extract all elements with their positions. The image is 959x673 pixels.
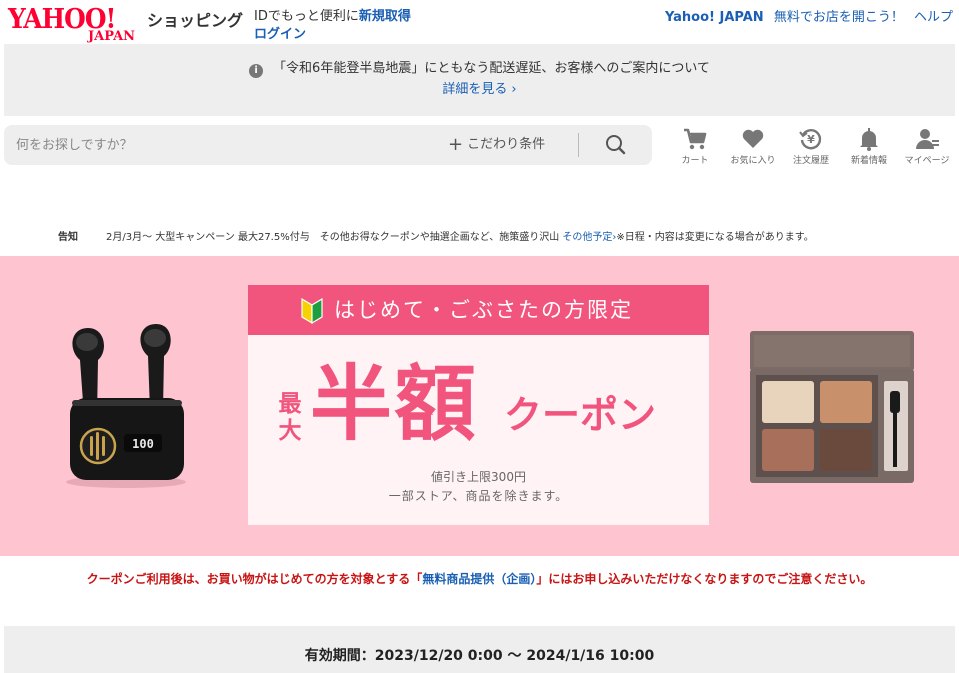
coupon-note-limit: 値引き上限300円 <box>431 470 526 484</box>
info-icon: i <box>249 64 264 78</box>
nav-notifications[interactable]: 新着情報 <box>840 126 898 167</box>
nav-order-history[interactable]: ¥ 注文履歴 <box>782 126 840 167</box>
coupon-panel: はじめて・ごぶさたの方限定 最大 半額 クーポン 値引き上限300円 一部ストア… <box>248 285 709 525</box>
announcement-text: 2月/3月～ 大型キャンペーン 最大27.5%付与 その他お得なクーポンや抽選企… <box>106 232 560 243</box>
eyeshadow-palette-image <box>750 331 914 483</box>
nav-favorites[interactable]: お気に入り <box>724 126 782 167</box>
earbuds-image: 100 <box>60 320 192 492</box>
logo-sub: JAPAN <box>88 29 136 44</box>
coupon-head-text: はじめて・ごぶさたの方限定 <box>334 298 633 322</box>
notice-detail-link[interactable]: 詳細を見る › <box>4 81 955 99</box>
cart-icon <box>684 128 707 150</box>
nav-mypage[interactable]: マイページ <box>898 126 956 167</box>
coupon-banner[interactable]: 100 はじめて・ごぶさたの方限定 最大 半額 クーポン 値引き上限300円 一… <box>0 256 959 556</box>
bell-icon <box>860 128 878 151</box>
warning-after: 」にはお申し込みいただけなくなりますのでご注意ください。 <box>536 572 873 586</box>
coupon-prefix: 最大 <box>278 391 302 444</box>
shopping-title[interactable]: ショッピング <box>147 11 243 31</box>
search-button[interactable] <box>596 131 636 159</box>
plus-icon: + <box>448 134 464 155</box>
coupon-panel-body: 最大 半額 クーポン 値引き上限300円 一部ストア、商品を除きます。 <box>248 335 709 525</box>
filter-button[interactable]: + こだわり条件 <box>448 135 545 155</box>
chevron-right-icon: › <box>511 82 517 97</box>
header: YAHOO! JAPAN ショッピング IDでもっと便利に新規取得 ログイン Y… <box>0 0 959 44</box>
coupon-note-exclusion: 一部ストア、商品を除きます。 <box>388 489 569 503</box>
validity-period: 有効期間：2023/12/20 0:00 〜 2024/1/16 10:00 <box>4 626 955 673</box>
announcement: 告知 2月/3月～ 大型キャンペーン 最大27.5%付与 その他お得なクーポンや抽… <box>58 231 814 245</box>
open-store-link[interactable]: 無料でお店を開こう！ <box>774 10 904 25</box>
announcement-suffix: ※日程・内容は変更になる場合があります。 <box>616 232 814 243</box>
nav-notifications-label: 新着情報 <box>850 156 887 166</box>
validity-period-text: 有効期間：2023/12/20 0:00 〜 2024/1/16 10:00 <box>304 648 655 664</box>
nav-mypage-label: マイページ <box>904 156 950 166</box>
warning-before: クーポンご利用後は、お買い物がはじめての方を対象とする「 <box>86 572 423 586</box>
other-schedule-link[interactable]: その他予定› <box>562 232 616 243</box>
nav-order-history-label: 注文履歴 <box>792 156 829 166</box>
search-icon <box>606 135 626 155</box>
announcement-tag: 告知 <box>58 232 78 243</box>
notice-row: i 「令和6年能登半島地震」にともなう配送遅延、お客様へのご案内について <box>4 60 955 78</box>
notice-detail-label: 詳細を見る <box>442 82 508 97</box>
nav-cart-label: カート <box>681 156 709 166</box>
coupon-suffix: クーポン <box>504 393 657 437</box>
heart-icon <box>742 129 764 148</box>
login-link[interactable]: ログイン <box>254 26 411 44</box>
yahoo-logo[interactable]: YAHOO! JAPAN <box>8 6 146 44</box>
notice-text: 「令和6年能登半島地震」にともなう配送遅延、お客様へのご案内について <box>273 61 710 76</box>
svg-text:¥: ¥ <box>807 133 815 146</box>
top-links: Yahoo! JAPAN 無料でお店を開こう！ ヘルプ <box>659 9 953 27</box>
nav-cart[interactable]: カート <box>666 126 724 167</box>
beginner-mark-icon <box>301 297 323 325</box>
free-product-link[interactable]: 無料商品提供（企画） <box>422 572 536 586</box>
earbuds-display: 100 <box>132 437 154 451</box>
help-link[interactable]: ヘルプ <box>914 10 953 25</box>
id-area: IDでもっと便利に新規取得 ログイン <box>254 8 411 44</box>
filter-label: こだわり条件 <box>467 137 546 152</box>
other-schedule-label: その他予定 <box>562 232 613 243</box>
search-bar: +こだわり条件 <box>4 125 652 165</box>
yen-history-icon: ¥ <box>799 129 822 150</box>
notice-bar: i 「令和6年能登半島地震」にともなう配送遅延、お客様へのご案内について 詳細を見… <box>4 44 955 116</box>
yahoo-japan-link[interactable]: Yahoo! JAPAN <box>665 10 764 25</box>
search-input[interactable] <box>16 133 436 157</box>
signup-link[interactable]: 新規取得 <box>359 9 411 24</box>
search-divider <box>578 133 579 157</box>
id-prefix: IDでもっと便利に <box>254 9 359 24</box>
coupon-panel-head: はじめて・ごぶさたの方限定 <box>248 285 709 335</box>
coupon-warning: クーポンご利用後は、お買い物がはじめての方を対象とする「無料商品提供（企画）」に… <box>0 571 959 587</box>
user-icon <box>916 129 939 149</box>
nav-favorites-label: お気に入り <box>730 156 776 166</box>
coupon-main: 半額 <box>310 357 479 452</box>
